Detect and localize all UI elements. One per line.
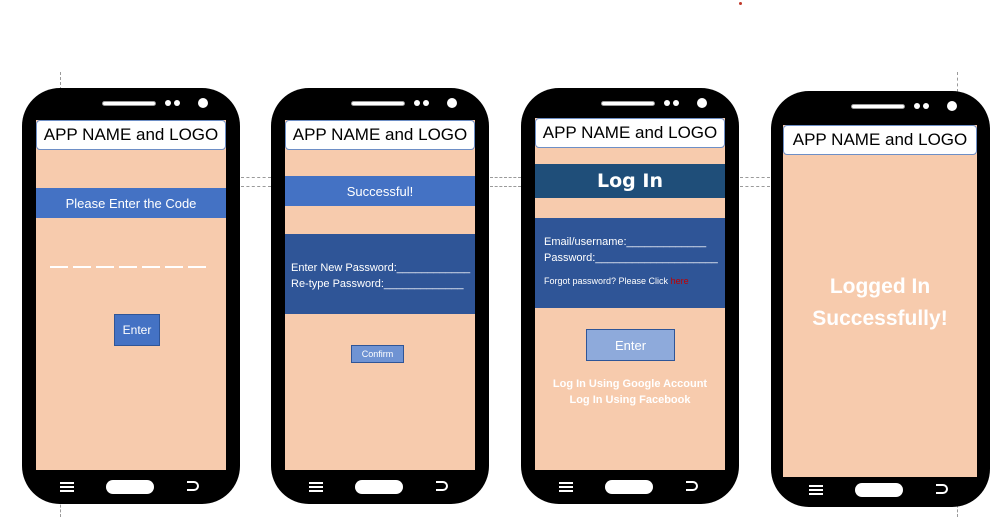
connector-line xyxy=(490,186,521,187)
password-panel: Enter New Password:____________ Re-type … xyxy=(285,234,475,314)
phone-login: APP NAME and LOGO Log In Email/username:… xyxy=(521,88,739,504)
guide-line xyxy=(957,72,958,92)
sensor-dots xyxy=(914,103,929,109)
camera-icon xyxy=(947,101,957,111)
logged-in-line2: Successfully! xyxy=(812,307,948,330)
back-icon[interactable] xyxy=(187,481,199,491)
new-password-field[interactable]: Enter New Password:____________ xyxy=(291,260,475,276)
screen: APP NAME and LOGO Please Enter the Code … xyxy=(36,120,226,470)
speaker-grille xyxy=(351,101,405,106)
home-button[interactable] xyxy=(605,480,653,494)
sensor-dots xyxy=(414,100,429,106)
facebook-login-link[interactable]: Log In Using Facebook xyxy=(535,394,725,406)
nav-bar xyxy=(271,480,489,496)
menu-icon[interactable] xyxy=(60,482,74,492)
connector-line xyxy=(740,177,770,178)
back-icon[interactable] xyxy=(686,481,698,491)
login-title: Log In xyxy=(535,164,725,198)
home-button[interactable] xyxy=(355,480,403,494)
confirm-button[interactable]: Confirm xyxy=(351,345,404,363)
connector-line xyxy=(241,186,271,187)
speaker-grille xyxy=(102,101,156,106)
back-icon[interactable] xyxy=(436,481,448,491)
speaker-grille xyxy=(601,101,655,106)
password-field[interactable]: Password:____________________ xyxy=(544,250,725,266)
login-panel: Email/username:_____________ Password:__… xyxy=(535,218,725,308)
enter-button[interactable]: Enter xyxy=(114,314,160,346)
logged-in-line1: Logged In xyxy=(829,275,931,298)
sensor-dots xyxy=(165,100,180,106)
menu-icon[interactable] xyxy=(809,485,823,495)
logged-in-message: Logged In Successfully! xyxy=(783,271,977,335)
code-banner: Please Enter the Code xyxy=(36,188,226,218)
app-name-logo: APP NAME and LOGO xyxy=(783,125,977,155)
app-name-logo: APP NAME and LOGO xyxy=(285,120,475,150)
sensor-dots xyxy=(664,100,679,106)
camera-icon xyxy=(447,98,457,108)
email-field[interactable]: Email/username:_____________ xyxy=(544,234,725,250)
screen: APP NAME and LOGO Log In Email/username:… xyxy=(535,118,725,470)
home-button[interactable] xyxy=(855,483,903,497)
speaker-grille xyxy=(851,104,905,109)
forgot-password-line: Forgot password? Please Click here xyxy=(544,276,725,286)
nav-bar xyxy=(771,483,990,499)
home-button[interactable] xyxy=(106,480,154,494)
retype-password-field[interactable]: Re-type Password:_____________ xyxy=(291,276,475,292)
connector-line xyxy=(241,177,271,178)
code-input[interactable] xyxy=(50,266,206,268)
phone-reset-password: APP NAME and LOGO Successful! Enter New … xyxy=(271,88,489,504)
screen: APP NAME and LOGO Logged In Successfully… xyxy=(783,125,977,477)
forgot-password-text: Forgot password? Please Click xyxy=(544,276,669,286)
camera-icon xyxy=(198,98,208,108)
forgot-password-link[interactable]: here xyxy=(671,276,689,286)
camera-icon xyxy=(697,98,707,108)
nav-bar xyxy=(521,480,739,496)
menu-icon[interactable] xyxy=(309,482,323,492)
app-name-logo: APP NAME and LOGO xyxy=(535,118,725,148)
app-name-logo: APP NAME and LOGO xyxy=(36,120,226,150)
screen: APP NAME and LOGO Successful! Enter New … xyxy=(285,120,475,470)
google-login-link[interactable]: Log In Using Google Account xyxy=(535,378,725,390)
connector-line xyxy=(490,177,521,178)
success-banner: Successful! xyxy=(285,176,475,206)
connector-line xyxy=(740,186,770,187)
login-enter-button[interactable]: Enter xyxy=(586,329,675,361)
phone-code-entry: APP NAME and LOGO Please Enter the Code … xyxy=(22,88,240,504)
nav-bar xyxy=(22,480,240,496)
back-icon[interactable] xyxy=(936,484,948,494)
phone-logged-in: APP NAME and LOGO Logged In Successfully… xyxy=(771,91,990,507)
menu-icon[interactable] xyxy=(559,482,573,492)
stray-dot xyxy=(739,2,742,5)
